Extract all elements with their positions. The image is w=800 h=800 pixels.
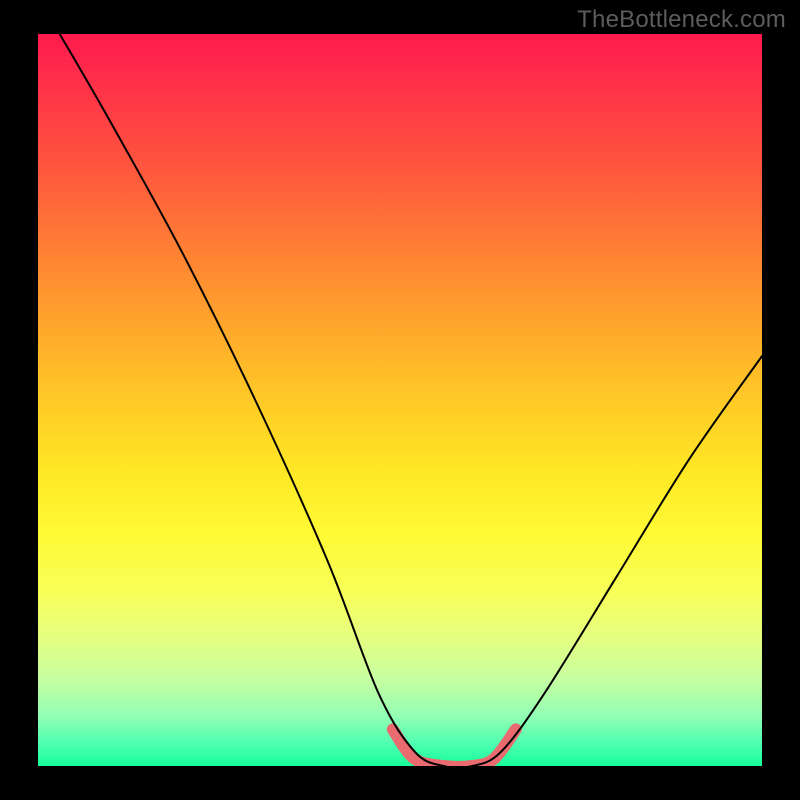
watermark-label: TheBottleneck.com — [577, 6, 786, 34]
bottleneck-curve-line — [60, 34, 762, 766]
curve-svg — [38, 34, 762, 766]
chart-area — [38, 34, 762, 766]
